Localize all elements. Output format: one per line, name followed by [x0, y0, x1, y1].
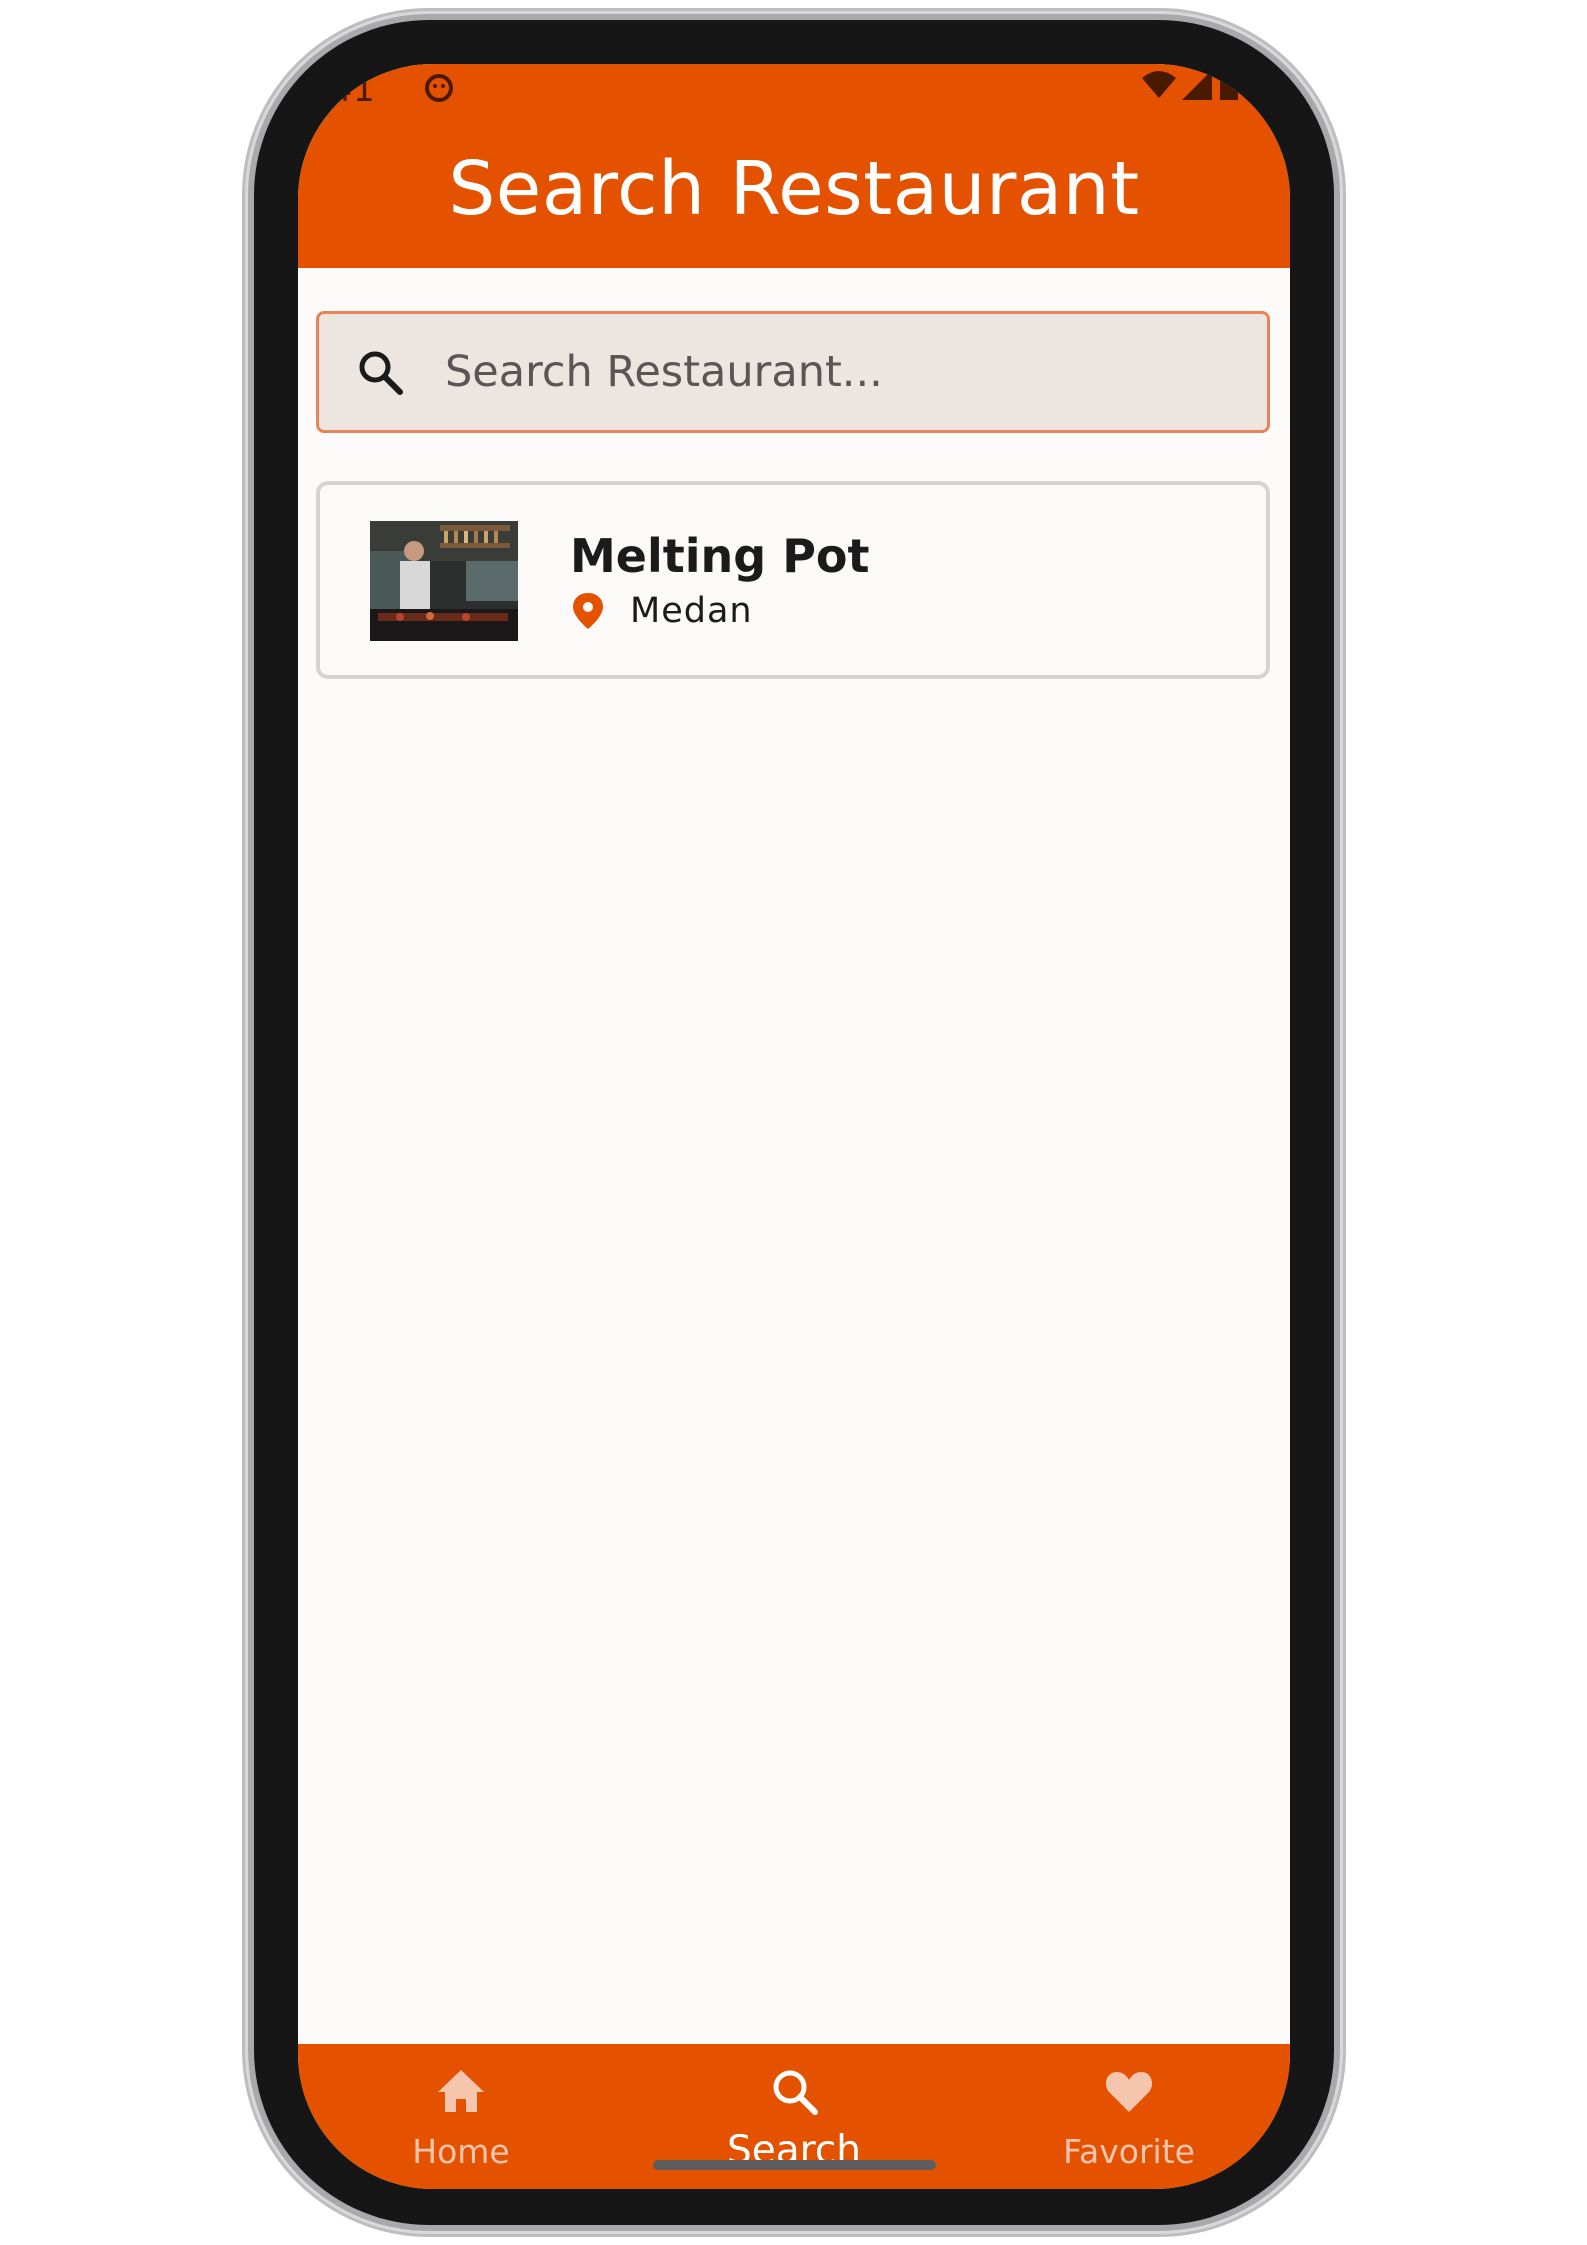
heart-icon — [1105, 2072, 1153, 2112]
app-screen: :41 Search Restaurant Search Restaurant.… — [298, 64, 1290, 2189]
notification-icon — [425, 74, 453, 102]
signal-icon — [1182, 70, 1212, 100]
status-time: :41 — [318, 70, 376, 110]
restaurant-thumbnail — [370, 521, 518, 641]
wifi-icon — [1142, 71, 1176, 98]
status-icons — [1142, 70, 1240, 100]
search-icon — [773, 2070, 818, 2115]
search-field[interactable] — [316, 311, 1270, 433]
location-pin-icon — [573, 593, 603, 629]
search-input[interactable] — [443, 346, 1207, 398]
nav-home[interactable]: Home — [341, 2044, 581, 2189]
restaurant-card[interactable]: Melting Pot Medan — [316, 481, 1270, 679]
search-icon — [359, 351, 403, 395]
restaurant-city: Medan — [630, 591, 753, 631]
app-bar: :41 Search Restaurant — [298, 64, 1290, 268]
gesture-handle[interactable] — [653, 2160, 936, 2170]
nav-home-label: Home — [412, 2132, 510, 2171]
page-title: Search Restaurant — [448, 146, 1140, 232]
home-icon — [438, 2070, 484, 2112]
battery-icon — [1220, 70, 1238, 100]
restaurant-name: Melting Pot — [570, 529, 870, 583]
nav-favorite[interactable]: Favorite — [1009, 2044, 1249, 2189]
nav-favorite-label: Favorite — [1063, 2132, 1195, 2171]
